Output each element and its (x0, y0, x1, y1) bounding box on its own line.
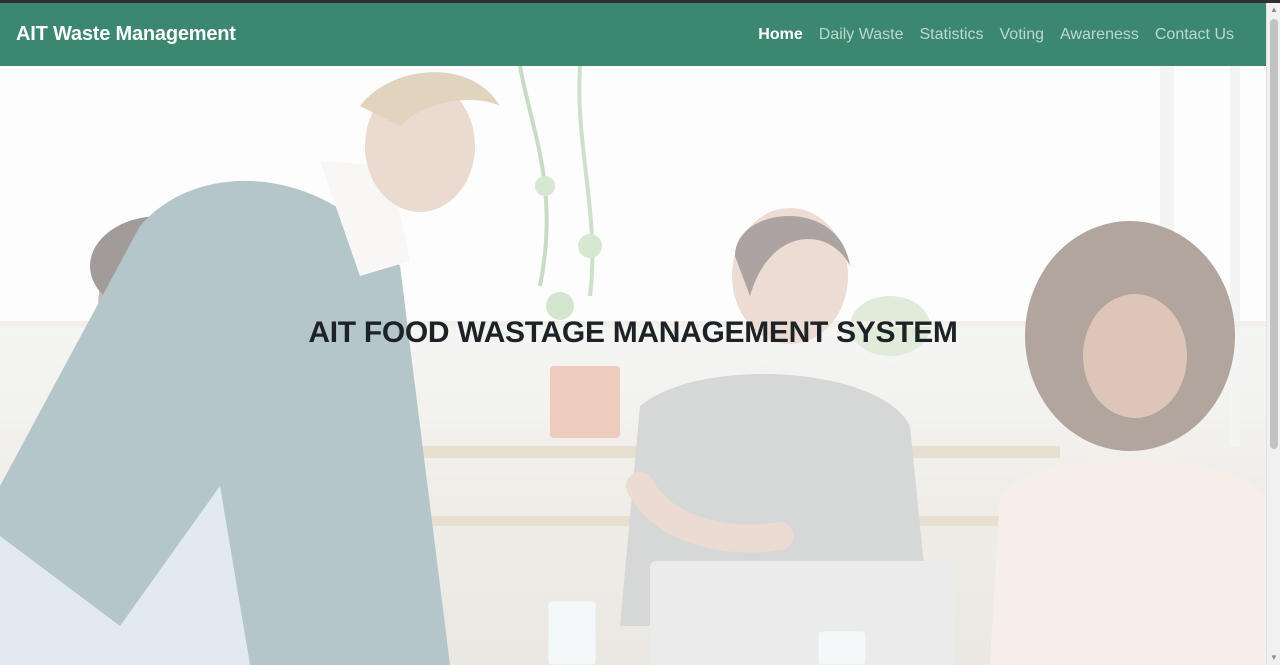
vertical-scrollbar[interactable]: ▲ ▼ (1266, 3, 1280, 665)
navbar: AIT Waste Management Home Daily Waste St… (0, 3, 1266, 66)
hero-overlay (0, 66, 1266, 665)
nav-item-voting[interactable]: Voting (992, 26, 1052, 44)
nav-item-statistics[interactable]: Statistics (912, 26, 992, 44)
hero-section: AIT FOOD WASTAGE MANAGEMENT SYSTEM (0, 66, 1266, 665)
scrollbar-thumb[interactable] (1270, 19, 1278, 449)
nav-item-home[interactable]: Home (750, 26, 810, 44)
arrow-up-icon[interactable]: ▲ (1267, 3, 1280, 17)
nav-item-awareness[interactable]: Awareness (1052, 26, 1147, 44)
nav-item-daily-waste[interactable]: Daily Waste (811, 26, 912, 44)
nav-item-contact-us[interactable]: Contact Us (1147, 26, 1242, 44)
arrow-down-icon[interactable]: ▼ (1267, 651, 1280, 665)
nav-links: Home Daily Waste Statistics Voting Aware… (750, 26, 1242, 44)
brand-link[interactable]: AIT Waste Management (16, 23, 236, 46)
hero-title: AIT FOOD WASTAGE MANAGEMENT SYSTEM (308, 316, 958, 349)
